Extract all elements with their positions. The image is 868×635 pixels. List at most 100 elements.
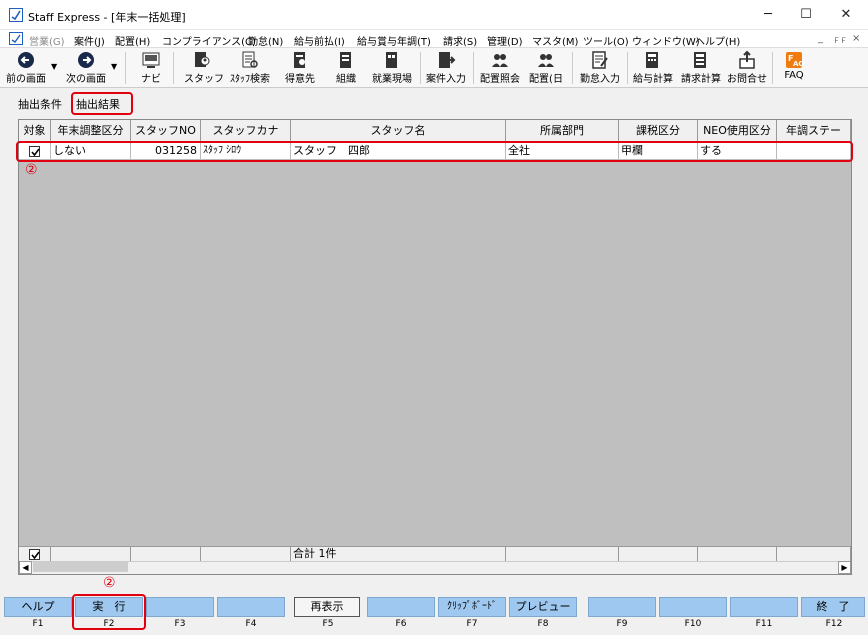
step-marker: ② bbox=[103, 575, 116, 591]
scrollbar-thumb[interactable] bbox=[33, 562, 128, 572]
prev-screen-button[interactable]: 前の画面 bbox=[4, 50, 48, 88]
work-site-button[interactable]: 就業現場 bbox=[369, 50, 415, 88]
staff-search-button[interactable]: ｽﾀｯﾌ検索 bbox=[226, 50, 274, 88]
execute-button[interactable]: 実 行 bbox=[75, 597, 143, 617]
tab-conditions[interactable]: 抽出条件 bbox=[18, 96, 62, 114]
svg-text:AQ: AQ bbox=[793, 60, 804, 68]
assignment-inquiry-label: 配置照会 bbox=[480, 74, 520, 85]
f9-button[interactable] bbox=[588, 597, 656, 617]
work-site-icon bbox=[386, 52, 397, 68]
menu-advance-pay[interactable]: 給与前払(I) bbox=[294, 33, 345, 48]
toolbar-separator bbox=[627, 52, 628, 84]
column-header[interactable]: スタッフカナ bbox=[201, 120, 291, 142]
table-row-checkbox-cell[interactable] bbox=[19, 143, 51, 160]
navi-icon bbox=[142, 52, 160, 68]
menu-billing[interactable]: 請求(S) bbox=[443, 33, 477, 48]
maximize-button[interactable]: ☐ bbox=[786, 0, 826, 30]
f11-button[interactable] bbox=[730, 597, 798, 617]
assignment-inquiry-button[interactable]: 配置照会 bbox=[477, 50, 523, 88]
menu-attendance[interactable]: 勤怠(N) bbox=[248, 33, 283, 48]
minimize-button[interactable]: ─ bbox=[748, 0, 788, 30]
app-icon bbox=[9, 8, 23, 22]
document-icon[interactable] bbox=[9, 32, 23, 45]
column-header[interactable]: スタッフ名 bbox=[291, 120, 506, 142]
billing-calc-label: 請求計算 bbox=[681, 74, 721, 85]
inquiry-label: お問合せ bbox=[727, 74, 767, 85]
case-input-button[interactable]: 案件入力 bbox=[423, 50, 469, 88]
client-button[interactable]: 得意先 bbox=[281, 50, 319, 88]
close-button[interactable]: ✕ bbox=[826, 0, 866, 30]
column-header[interactable]: 所属部門 bbox=[506, 120, 619, 142]
navi-button[interactable]: ナビ bbox=[134, 50, 168, 88]
organization-label: 組織 bbox=[336, 74, 356, 85]
attendance-input-button[interactable]: 勤怠入力 bbox=[577, 50, 623, 88]
prev-screen-label: 前の画面 bbox=[6, 74, 46, 85]
arrow-right-icon bbox=[78, 52, 94, 68]
fkey-label: F12 bbox=[825, 619, 843, 629]
f6-button[interactable] bbox=[367, 597, 435, 617]
table-cell[interactable]: 甲欄 bbox=[619, 143, 698, 160]
table-cell[interactable]: する bbox=[698, 143, 777, 160]
f10-button[interactable] bbox=[659, 597, 727, 617]
column-header[interactable]: 年調ステー bbox=[777, 120, 851, 142]
table-cell[interactable] bbox=[777, 143, 851, 160]
menu-compliance[interactable]: コンプライアンス(C) bbox=[162, 33, 256, 48]
menu-payroll[interactable]: 給与賞与年調(T) bbox=[357, 33, 431, 48]
inquiry-icon bbox=[739, 50, 755, 69]
f4-button[interactable] bbox=[217, 597, 285, 617]
mdi-restore-button[interactable]: ＦＦ bbox=[833, 36, 847, 46]
f3-button[interactable] bbox=[146, 597, 214, 617]
table-cell[interactable]: スタッフ 四郎 bbox=[291, 143, 506, 160]
table-cell[interactable]: 031258 bbox=[131, 143, 201, 160]
column-header[interactable]: スタッフNO bbox=[131, 120, 201, 142]
column-header[interactable]: 年末調整区分 bbox=[51, 120, 131, 142]
toolbar-separator bbox=[420, 52, 421, 84]
people-icon bbox=[538, 54, 554, 67]
menu-case[interactable]: 案件(J) bbox=[74, 33, 105, 48]
refresh-button[interactable]: 再表示 bbox=[294, 597, 360, 617]
preview-button[interactable]: プレビュー bbox=[509, 597, 577, 617]
fkey-label: F5 bbox=[322, 619, 334, 629]
prev-dropdown-icon[interactable]: ▼ bbox=[51, 62, 57, 71]
faq-button[interactable]: F AQ FAQ bbox=[778, 50, 810, 88]
menu-tools[interactable]: ツール(O) bbox=[583, 33, 629, 48]
footer-cell bbox=[506, 546, 619, 561]
fkey-label: F7 bbox=[466, 619, 478, 629]
table-cell[interactable]: ｽﾀｯﾌ ｼﾛｳ bbox=[201, 143, 291, 160]
column-header[interactable]: 対象 bbox=[19, 120, 51, 142]
menu-help[interactable]: ヘルプ(H) bbox=[695, 33, 740, 48]
assignment-day-button[interactable]: 配置(日 bbox=[526, 50, 566, 88]
table-cell[interactable]: 全社 bbox=[506, 143, 619, 160]
table-cell[interactable]: しない bbox=[51, 143, 131, 160]
menu-window[interactable]: ウィンドウ(W) bbox=[632, 33, 700, 48]
menu-master[interactable]: マスタ(M) bbox=[532, 33, 578, 48]
window-title: Staff Express - [年末一括処理] bbox=[28, 11, 186, 24]
next-dropdown-icon[interactable]: ▼ bbox=[111, 62, 117, 71]
mdi-minimize-button[interactable]: _ bbox=[818, 33, 823, 44]
footer-checkbox-cell[interactable] bbox=[19, 546, 51, 561]
menu-sales[interactable]: 営業(G) bbox=[29, 33, 65, 48]
billing-calc-button[interactable]: 請求計算 bbox=[678, 50, 724, 88]
inquiry-button[interactable]: お問合せ bbox=[725, 50, 769, 88]
row-checkbox[interactable] bbox=[29, 145, 40, 157]
footer-cell bbox=[777, 546, 851, 561]
exit-button[interactable]: 終 了 bbox=[801, 597, 865, 617]
select-all-checkbox[interactable] bbox=[29, 548, 40, 560]
next-screen-button[interactable]: 次の画面 bbox=[62, 50, 110, 88]
results-grid[interactable] bbox=[18, 119, 852, 575]
scroll-right-icon[interactable]: ▶ bbox=[838, 561, 851, 574]
mdi-close-button[interactable]: × bbox=[852, 33, 860, 44]
horizontal-scrollbar[interactable] bbox=[19, 561, 851, 574]
tab-results[interactable]: 抽出結果 bbox=[76, 96, 120, 114]
column-header[interactable]: NEO使用区分 bbox=[698, 120, 777, 142]
menu-admin[interactable]: 管理(D) bbox=[487, 33, 523, 48]
help-button[interactable]: ヘルプ bbox=[4, 597, 72, 617]
scroll-left-icon[interactable]: ◀ bbox=[19, 561, 32, 574]
column-header[interactable]: 課税区分 bbox=[619, 120, 698, 142]
payroll-calc-button[interactable]: 給与計算 bbox=[630, 50, 676, 88]
staff-button[interactable]: スタッフ bbox=[184, 50, 224, 88]
menu-assignment[interactable]: 配置(H) bbox=[115, 33, 150, 48]
organization-button[interactable]: 組織 bbox=[330, 50, 362, 88]
clipboard-button[interactable]: ｸﾘｯﾌﾟﾎﾞｰﾄﾞ bbox=[438, 597, 506, 617]
footer-cell bbox=[201, 546, 291, 561]
